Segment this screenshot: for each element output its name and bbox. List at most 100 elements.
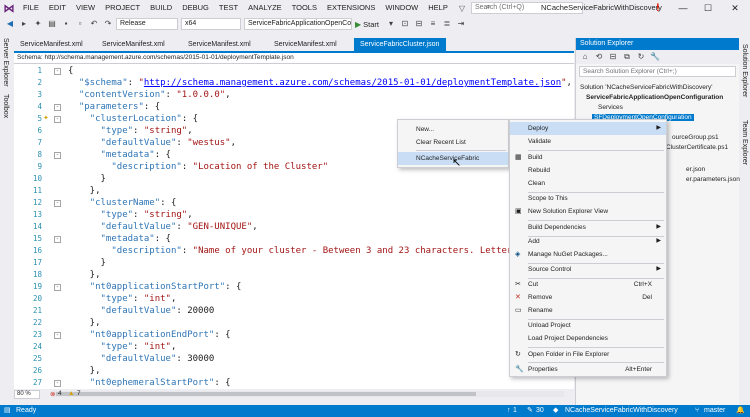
collapse-icon[interactable]: ⊟ <box>607 51 619 63</box>
menu-project[interactable]: PROJECT <box>100 0 145 16</box>
menu-item-rebuild[interactable]: Rebuild <box>510 164 666 177</box>
changes-count[interactable]: 30 <box>536 405 544 417</box>
new-project-icon[interactable]: ✦ <box>32 18 44 30</box>
menu-item-new-solution-explorer-view[interactable]: ▣ New Solution Explorer View <box>510 205 666 218</box>
server-explorer-tab[interactable]: Server Explorer <box>2 38 9 87</box>
menu-item-new[interactable]: New... <box>398 123 508 136</box>
fold-toggle-icon[interactable]: - <box>54 152 61 159</box>
menu-debug[interactable]: DEBUG <box>177 0 214 16</box>
menu-item-clean[interactable]: Clean <box>510 177 666 190</box>
menu-item-unload-project[interactable]: Unload Project <box>510 319 666 332</box>
show-all-icon[interactable]: ⧉ <box>621 51 633 63</box>
startup-project-select[interactable]: ServiceFabricApplicationOpenConf <box>244 18 352 30</box>
menu-analyze[interactable]: ANALYZE <box>243 0 287 16</box>
indent-icon[interactable]: ⇥ <box>455 18 467 30</box>
fold-toggle-icon[interactable]: - <box>54 116 61 123</box>
scrollbar-thumb[interactable] <box>56 392 476 396</box>
menu-item-rename[interactable]: ▭ Rename <box>510 304 666 317</box>
menu-extensions[interactable]: EXTENSIONS <box>322 0 380 16</box>
menu-item-manage-nuget[interactable]: ◈ Manage NuGet Packages... <box>510 248 666 261</box>
menu-item-build[interactable]: ▦ Build <box>510 151 666 164</box>
fold-toggle-icon[interactable]: - <box>54 284 61 291</box>
open-icon[interactable]: ▤ <box>46 18 58 30</box>
minimize-button[interactable]: — <box>672 0 694 16</box>
fold-toggle-icon[interactable]: - <box>54 200 61 207</box>
undo-icon[interactable]: ↶ <box>88 18 100 30</box>
error-icon[interactable]: ⊗ <box>50 390 55 398</box>
lightbulb-icon[interactable]: ✦ <box>43 114 49 122</box>
tab-service-manifest-3[interactable]: ServiceManifest.xml <box>182 38 268 51</box>
menu-tools[interactable]: TOOLS <box>287 0 322 16</box>
warning-count[interactable]: 7 <box>77 390 81 397</box>
notification-icon[interactable]: ! <box>656 2 664 14</box>
back-icon[interactable]: ◀ <box>4 18 16 30</box>
menu-build[interactable]: BUILD <box>145 0 177 16</box>
menu-item-add[interactable]: Add ▶ <box>510 235 666 248</box>
save-all-icon[interactable]: ▫ <box>74 18 86 30</box>
warning-icon[interactable]: ▲ <box>68 390 74 397</box>
code-editor[interactable]: 1 2 3 4 5 6 7 8 9 10 11 12 13 14 15 16 17 18 19 20 21 22 23 24 2… <box>14 64 574 389</box>
menu-window[interactable]: WINDOW <box>380 0 423 16</box>
attach-icon[interactable]: ▾ <box>385 18 397 30</box>
filter-icon[interactable]: ▽ <box>459 4 465 13</box>
tab-service-manifest-4[interactable]: ServiceManifest.xml <box>268 38 354 51</box>
bookmark-icon[interactable]: ⊟ <box>413 18 425 30</box>
tree-services[interactable]: Services <box>598 104 623 111</box>
menu-file[interactable]: FILE <box>18 0 44 16</box>
search-icon[interactable]: ⌕ <box>486 2 490 12</box>
menu-item-remove[interactable]: ✕ Remove Del <box>510 291 666 304</box>
tree-file[interactable]: er.json <box>686 166 705 173</box>
pin-icon[interactable]: ⊡ <box>399 18 411 30</box>
push-count[interactable]: 1 <box>513 405 517 417</box>
forward-icon[interactable]: ▸ <box>18 18 30 30</box>
uncomment-icon[interactable]: ≣ <box>441 18 453 30</box>
menu-item-open-folder[interactable]: ↻ Open Folder in File Explorer <box>510 348 666 361</box>
solution-explorer-tab[interactable]: Solution Explorer <box>741 44 748 97</box>
configuration-select[interactable]: Release <box>116 18 178 30</box>
comment-icon[interactable]: ≡ <box>427 18 439 30</box>
branch-name[interactable]: master <box>704 405 725 417</box>
fold-toggle-icon[interactable]: - <box>54 236 61 243</box>
fold-toggle-icon[interactable]: - <box>54 104 61 111</box>
tree-file[interactable]: ourceGroup.ps1 <box>672 134 719 141</box>
sync-icon[interactable]: ⟲ <box>593 51 605 63</box>
tab-service-manifest-1[interactable]: ServiceManifest.xml <box>14 38 96 51</box>
menu-item-cut[interactable]: ✂ Cut Ctrl+X <box>510 278 666 291</box>
properties-icon[interactable]: 🔧 <box>649 51 661 63</box>
start-button[interactable]: Start <box>363 20 379 29</box>
push-icon[interactable]: ↑ <box>507 405 511 417</box>
menu-item-load-project-dependencies[interactable]: Load Project Dependencies <box>510 332 666 345</box>
menu-view[interactable]: VIEW <box>71 0 100 16</box>
horizontal-scrollbar[interactable] <box>54 391 564 397</box>
tree-solution[interactable]: Solution 'NCacheServiceFabricWithDiscove… <box>580 84 713 91</box>
solution-search-input[interactable]: Search Solution Explorer (Ctrl+;) <box>579 66 736 77</box>
repo-icon[interactable]: ◆ <box>553 405 558 417</box>
menu-item-source-control[interactable]: Source Control ▶ <box>510 263 666 276</box>
tab-service-manifest-2[interactable]: ServiceManifest.xml <box>96 38 182 51</box>
team-explorer-tab[interactable]: Team Explorer <box>741 120 748 165</box>
menu-edit[interactable]: EDIT <box>44 0 71 16</box>
menu-item-properties[interactable]: 🔧 Properties Alt+Enter <box>510 363 666 376</box>
menu-help[interactable]: HELP <box>423 0 453 16</box>
tree-project[interactable]: ServiceFabricApplicationOpenConfiguratio… <box>586 94 723 101</box>
platform-select[interactable]: x64 <box>181 18 241 30</box>
menu-item-deploy[interactable]: Deploy ▶ <box>510 122 666 135</box>
branch-icon[interactable]: ⑂ <box>695 405 699 417</box>
tab-service-fabric-cluster-json[interactable]: ServiceFabricCluster.json <box>354 38 446 51</box>
home-icon[interactable]: ⌂ <box>579 51 591 63</box>
schema-bar[interactable]: Schema: http://schema.management.azure.c… <box>14 53 574 64</box>
fold-toggle-icon[interactable]: - <box>54 68 61 75</box>
fold-toggle-icon[interactable]: - <box>54 380 61 387</box>
menu-item-validate[interactable]: Validate <box>510 135 666 148</box>
tree-file[interactable]: er.parameters.json <box>686 176 740 183</box>
tree-file[interactable]: ClusterCertificate.ps1 <box>666 144 728 151</box>
menu-item-build-dependencies[interactable]: Build Dependencies ▶ <box>510 221 666 234</box>
close-button[interactable]: ✕ <box>724 0 746 16</box>
error-count[interactable]: 4 <box>58 390 62 397</box>
fold-toggle-icon[interactable]: - <box>54 332 61 339</box>
maximize-button[interactable]: ☐ <box>697 0 719 16</box>
zoom-select[interactable]: 80 % <box>14 389 40 399</box>
menu-item-clear-recent-list[interactable]: Clear Recent List <box>398 136 508 149</box>
start-icon[interactable]: ▶ <box>355 20 361 29</box>
menu-item-scope-to-this[interactable]: Scope to This <box>510 192 666 205</box>
